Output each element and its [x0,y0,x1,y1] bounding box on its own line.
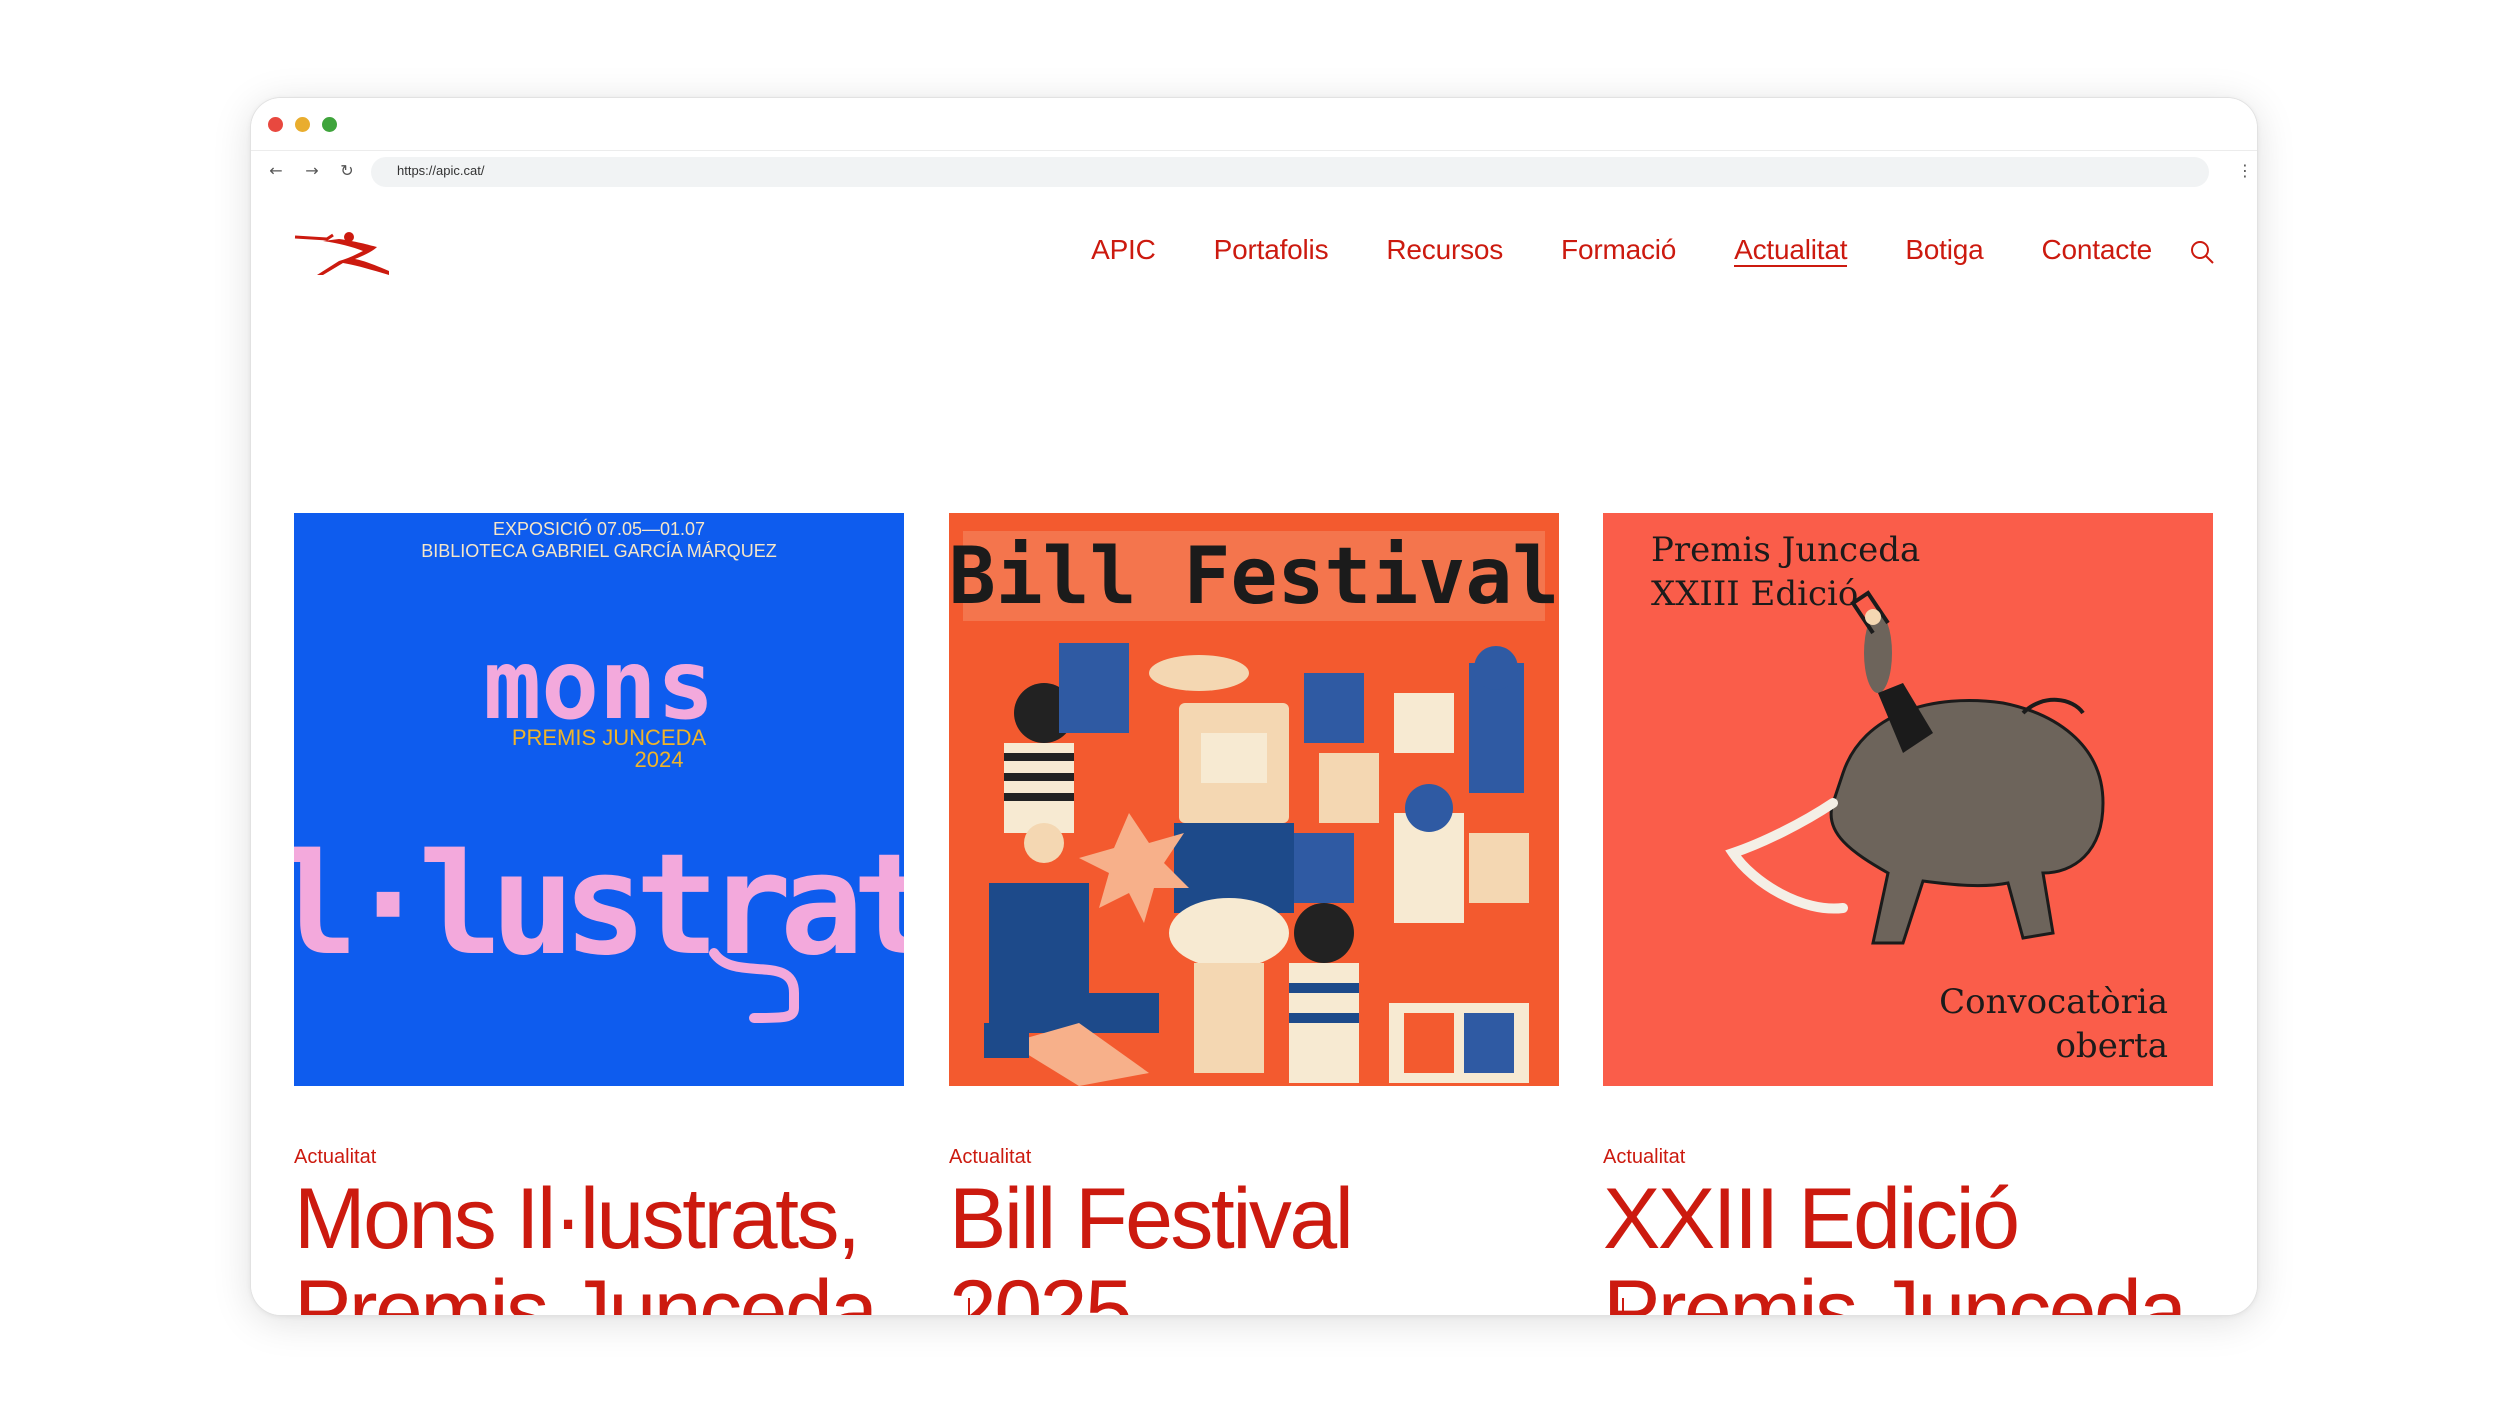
card-category: Actualitat [949,1146,1032,1168]
search-icon[interactable] [2189,239,2215,265]
card-title-line: Mons Il·lustrats, [294,1171,861,1267]
back-arrow-icon[interactable]: ← [265,160,287,182]
news-card-xxiii-edicio[interactable]: Premis Junceda XXIII Edició Convocatòria… [1603,513,2213,1315]
illustrats-lettering: il·lustrats [294,824,904,987]
browser-toolbar: ← → ↻ https://apic.cat/ ⋮ [251,150,2257,194]
premis-junceda-text: Premis Junceda [1651,530,1920,570]
main-nav: APIC Portafolis Recursos Formació Actual… [1091,233,2152,267]
apic-logo-icon[interactable] [293,231,393,281]
card-title-line: Premis Junceda [294,1263,878,1315]
expand-plus-icon[interactable] [949,1298,989,1315]
card-image-xxiii-edicio[interactable]: Premis Junceda XXIII Edició Convocatòria… [1603,513,2213,1086]
card-image-bill-festival[interactable]: [Bill Festival] [902,513,1606,1086]
minimize-window-button[interactable] [295,117,310,132]
oberta-text: oberta [2055,1026,2168,1066]
news-card-bill-festival[interactable]: [Bill Festival] [902,513,1606,1315]
browser-window: ← → ↻ https://apic.cat/ ⋮ APIC Portafoli… [251,98,2257,1315]
card-title-line: XXIII Edició [1603,1171,2020,1267]
expand-plus-icon[interactable] [1603,1298,1643,1315]
nav-item-botiga[interactable]: Botiga [1905,233,1983,267]
nav-item-recursos[interactable]: Recursos [1386,233,1503,267]
card-title-line: 2025 [949,1263,1133,1315]
year-badge: 2024 [635,747,684,772]
reload-icon[interactable]: ↻ [336,160,358,182]
bill-festival-banner: [Bill Festival] [949,532,1559,622]
nav-item-formacio[interactable]: Formació [1561,233,1676,267]
edicio-text: XXIII Edició [1651,574,1858,614]
card-title[interactable]: XXIII Edició Premis Junceda [1603,1173,2243,1315]
card-title-line: Premis Junceda [1603,1263,2187,1315]
news-card-mons-illustrats[interactable]: EXPOSICIÓ 07.05—01.07 BIBLIOTECA GABRIEL… [251,513,1009,1315]
card-title-line: Bill Festival [949,1171,1354,1267]
exposicio-dates-text: EXPOSICIÓ 07.05—01.07 [493,518,705,539]
maximize-window-button[interactable] [322,117,337,132]
browser-titlebar [251,98,2257,150]
card-title[interactable]: Mons Il·lustrats, Premis Junceda 2024 [294,1173,934,1315]
address-bar[interactable] [371,157,2209,187]
card-category: Actualitat [294,1146,377,1168]
address-bar-url: https://apic.cat/ [397,163,485,178]
website: APIC Portafolis Recursos Formació Actual… [251,193,2257,1315]
nav-item-contacte[interactable]: Contacte [2042,233,2153,267]
card-category: Actualitat [1603,1146,1686,1168]
forward-arrow-icon[interactable]: → [301,160,323,182]
close-window-button[interactable] [268,117,283,132]
convocatoria-text: Convocatòria [1939,982,2168,1022]
card-title[interactable]: Bill Festival 2025 [949,1173,1589,1315]
exposicio-venue-text: BIBLIOTECA GABRIEL GARCÍA MÁRQUEZ [421,541,776,561]
browser-menu-icon[interactable]: ⋮ [2237,161,2253,183]
nav-item-apic[interactable]: APIC [1091,233,1156,267]
nav-item-actualitat[interactable]: Actualitat [1734,233,1848,267]
nav-item-portafolis[interactable]: Portafolis [1214,233,1329,267]
card-image-mons-illustrats[interactable]: EXPOSICIÓ 07.05—01.07 BIBLIOTECA GABRIEL… [251,513,1009,1086]
